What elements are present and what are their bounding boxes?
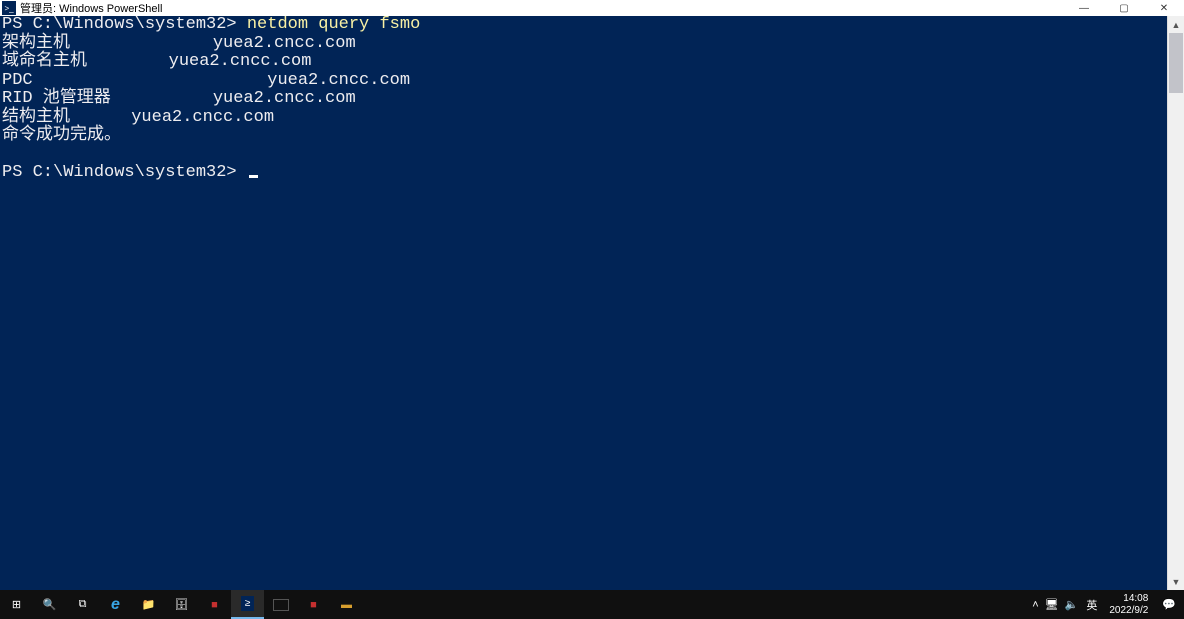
tray-chevron-icon[interactable]: ˄ [1032,599,1038,611]
start-button[interactable]: ⊞ [0,590,33,619]
window-titlebar: >_ 管理员: Windows PowerShell — ▢ ✕ [0,0,1184,16]
taskbar-server-manager[interactable]: 🗄 [165,590,198,619]
console-area: PS C:\Windows\system32> netdom query fsm… [0,16,1184,590]
taskbar-app1[interactable]: ■ [198,590,231,619]
task-view-icon: ⧉ [79,598,87,611]
cursor [249,175,258,178]
volume-icon[interactable]: 🔈 [1065,598,1079,611]
powershell-icon: ≥ [241,596,255,611]
taskbar-powershell[interactable]: ≥ [231,590,264,619]
powershell-console[interactable]: PS C:\Windows\system32> netdom query fsm… [0,16,1167,590]
app3-icon: ▬ [341,599,352,611]
close-button[interactable]: ✕ [1144,0,1184,16]
folder-icon: 📁 [142,598,156,611]
taskbar: ⊞ 🔍 ⧉ e 📁 🗄 ■ ≥ ■ ▬ ˄ 🖥 🔈 英 14:08 2022/9… [0,590,1184,619]
maximize-button[interactable]: ▢ [1104,0,1144,16]
powershell-icon: >_ [2,1,16,15]
taskbar-explorer[interactable]: 📁 [132,590,165,619]
app2-icon: ■ [310,599,317,611]
scroll-up-button[interactable]: ▲ [1168,16,1184,33]
notification-icon[interactable]: 💬 [1158,598,1180,611]
window-title: 管理员: Windows PowerShell [20,0,1064,16]
ime-indicator[interactable]: 英 [1084,597,1099,613]
minimize-button[interactable]: — [1064,0,1104,16]
server-icon: 🗄 [175,598,189,611]
prompt: PS C:\Windows\system32> [2,16,247,34]
command-text: netdom query fsmo [247,16,420,34]
cmd-icon [273,599,289,611]
taskbar-ie[interactable]: e [99,590,132,619]
clock-date: 2022/9/2 [1109,605,1148,617]
task-view-button[interactable]: ⧉ [66,590,99,619]
search-button[interactable]: 🔍 [33,590,66,619]
prompt: PS C:\Windows\system32> [2,163,247,182]
app1-icon: ■ [211,599,218,611]
command-output: 架构主机 yuea2.cncc.com 域命名主机 yuea2.cncc.com… [2,34,410,146]
taskbar-cmd[interactable] [264,590,297,619]
taskbar-clock[interactable]: 14:08 2022/9/2 [1105,591,1152,619]
vertical-scrollbar[interactable]: ▲ ▼ [1167,16,1184,590]
system-tray: ˄ 🖥 🔈 英 14:08 2022/9/2 💬 [1032,590,1184,619]
network-icon[interactable]: 🖥 [1045,598,1059,611]
scroll-thumb[interactable] [1169,33,1183,93]
taskbar-app2[interactable]: ■ [297,590,330,619]
windows-icon: ⊞ [12,598,21,611]
taskbar-app3[interactable]: ▬ [330,590,363,619]
scroll-down-button[interactable]: ▼ [1168,573,1184,590]
search-icon: 🔍 [43,598,57,611]
window-controls: — ▢ ✕ [1064,0,1184,16]
ie-icon: e [111,596,120,614]
clock-time: 14:08 [1109,593,1148,605]
